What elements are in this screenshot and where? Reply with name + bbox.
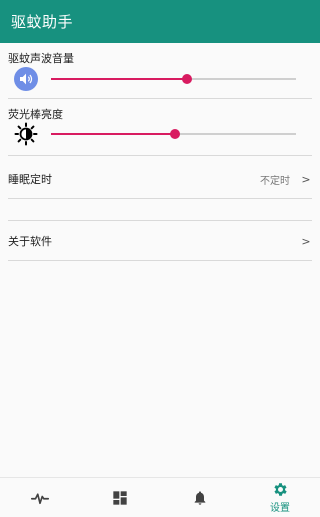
sleep-timer-row[interactable]: 睡眠定时 不定时 >: [8, 159, 312, 199]
chevron-right-icon: >: [301, 172, 311, 186]
nav-item-dashboard[interactable]: [80, 478, 160, 517]
divider: [8, 198, 312, 199]
nav-item-alerts[interactable]: [160, 478, 240, 517]
about-label: 关于软件: [8, 235, 52, 248]
brightness-slider-fill: [51, 133, 175, 135]
about-row[interactable]: 关于软件 >: [8, 221, 312, 261]
pulse-icon: [31, 492, 49, 504]
divider: [8, 155, 312, 156]
brightness-slider[interactable]: [51, 129, 296, 139]
app-title: 驱蚊助手: [11, 13, 74, 31]
nav-item-pulse[interactable]: [0, 478, 80, 517]
volume-slider-fill: [51, 78, 187, 80]
nav-item-settings[interactable]: 设置: [240, 478, 320, 517]
sleep-timer-label: 睡眠定时: [8, 173, 52, 186]
divider: [8, 260, 312, 261]
app-root: 驱蚊助手 驱蚊声波音量 荧光棒亮度 睡眠定时 不定时 > 关于软件 > 设置: [0, 0, 320, 517]
sleep-timer-value: 不定时: [260, 175, 290, 187]
brightness-slider-row: [8, 119, 312, 149]
brightness-slider-thumb[interactable]: [169, 129, 180, 139]
divider: [8, 98, 312, 99]
app-bar: 驱蚊助手: [0, 0, 320, 43]
brightness-icon: [14, 122, 38, 146]
chevron-right-icon: >: [301, 234, 311, 248]
bottom-navigation: 设置: [0, 477, 320, 517]
volume-slider-row: [8, 64, 312, 94]
bell-icon: [194, 490, 206, 505]
nav-label-settings: 设置: [270, 503, 290, 514]
speaker-icon: [14, 67, 38, 91]
dashboard-icon: [113, 490, 127, 505]
gear-icon: [273, 483, 287, 496]
volume-slider-thumb[interactable]: [181, 74, 192, 84]
volume-slider[interactable]: [51, 74, 296, 84]
